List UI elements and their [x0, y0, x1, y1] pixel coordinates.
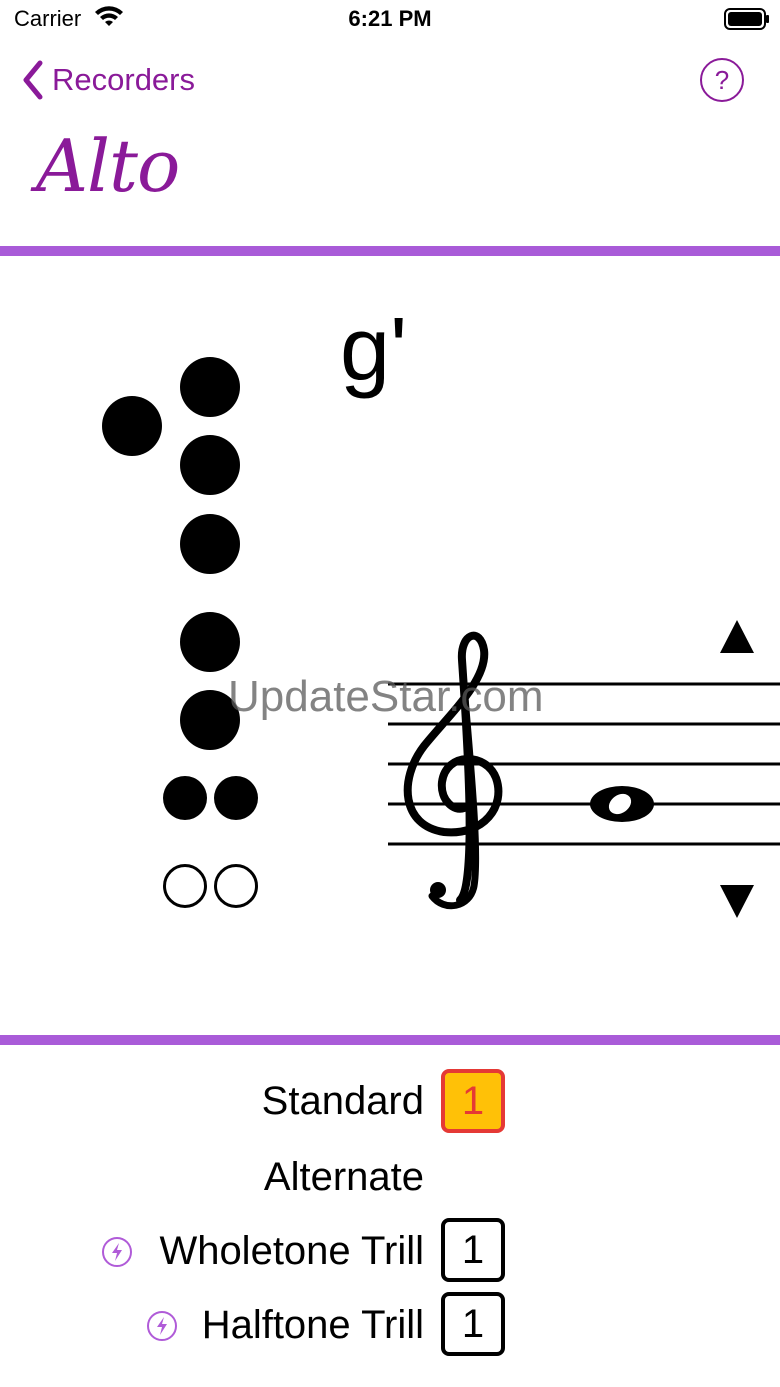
thumb-hole — [102, 396, 162, 456]
wholetone-trill-button[interactable]: 1 — [441, 1218, 505, 1282]
note-name: g' — [340, 300, 408, 400]
triangle-up-icon[interactable] — [716, 616, 758, 658]
bolt-glyph — [157, 1317, 167, 1335]
chevron-left-icon — [23, 60, 43, 100]
double-hole-right — [214, 864, 258, 908]
double-hole-left — [163, 776, 207, 820]
finger-hole — [180, 357, 240, 417]
whole-note — [590, 786, 654, 822]
option-label-wholetone-trill: Wholetone Trill — [159, 1229, 424, 1273]
standard-fingering-button[interactable]: 1 — [441, 1069, 505, 1133]
finger-hole — [180, 435, 240, 495]
battery-icon — [724, 8, 769, 30]
bolt-icon[interactable] — [102, 1237, 132, 1267]
status-bar: Carrier 6:21 PM — [0, 0, 780, 40]
finger-hole — [180, 612, 240, 672]
music-staff — [388, 631, 780, 910]
double-hole-right — [214, 776, 258, 820]
back-label: Recorders — [52, 62, 195, 97]
finger-hole — [180, 514, 240, 574]
watermark: UpdateStar.com — [228, 672, 544, 721]
option-label-halftone-trill: Halftone Trill — [201, 1303, 424, 1347]
help-button[interactable]: ? — [700, 58, 744, 102]
double-hole-left — [163, 864, 207, 908]
triangle-down-icon[interactable] — [716, 880, 758, 922]
option-label-alternate: Alternate — [263, 1155, 424, 1199]
status-time: 6:21 PM — [348, 6, 432, 31]
halftone-trill-button[interactable]: 1 — [441, 1292, 505, 1356]
bolt-glyph — [112, 1243, 122, 1261]
option-label-standard: Standard — [261, 1079, 424, 1123]
page-title: Alto — [36, 124, 180, 208]
bottom-divider — [0, 1035, 780, 1045]
top-divider — [0, 246, 780, 256]
back-button[interactable]: Recorders — [20, 56, 195, 104]
bolt-icon[interactable] — [147, 1311, 177, 1341]
